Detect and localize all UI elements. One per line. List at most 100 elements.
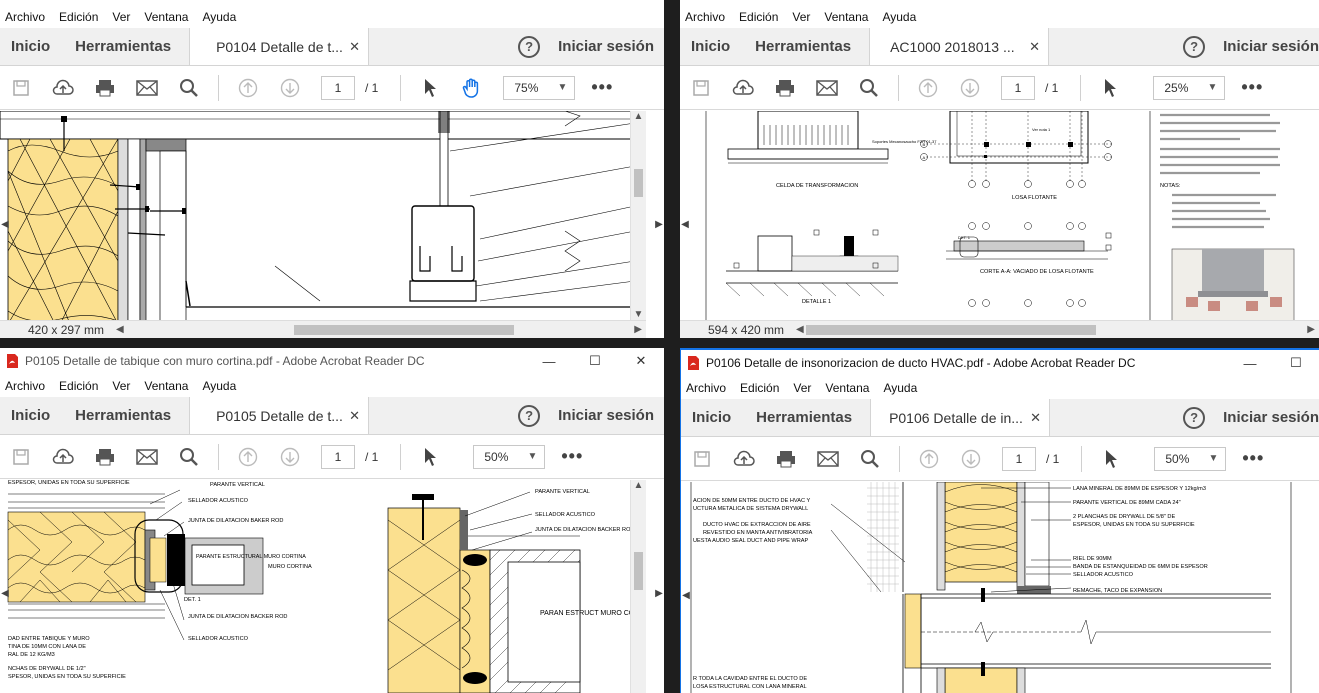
menu-archivo[interactable]: Archivo [5, 10, 45, 24]
menu-ventana[interactable]: Ventana [824, 10, 868, 24]
tab-inicio[interactable]: Inicio [680, 28, 730, 65]
email-icon[interactable] [136, 77, 158, 99]
save-icon[interactable] [690, 77, 712, 99]
vertical-scroll-thumb[interactable] [634, 169, 643, 197]
menu-ver[interactable]: Ver [793, 381, 811, 395]
horizontal-scroll-thumb[interactable] [293, 324, 514, 335]
email-icon[interactable] [816, 77, 838, 99]
previous-page-icon[interactable] [237, 77, 259, 99]
menu-ver[interactable]: Ver [792, 10, 810, 24]
cloud-upload-icon[interactable] [733, 448, 755, 470]
scroll-up-icon[interactable]: ▲ [631, 480, 646, 491]
menu-ventana[interactable]: Ventana [144, 379, 188, 393]
tab-herramientas[interactable]: Herramientas [744, 28, 851, 65]
next-page-icon[interactable] [279, 446, 301, 468]
tab-inicio[interactable]: Inicio [0, 28, 50, 65]
next-page-icon[interactable] [960, 448, 982, 470]
tab-document[interactable]: AC1000 2018013 ... ✕ [869, 28, 1050, 65]
save-icon[interactable] [10, 446, 32, 468]
help-icon[interactable]: ? [518, 404, 541, 427]
maximize-icon[interactable]: ☐ [572, 353, 618, 369]
menu-archivo[interactable]: Archivo [5, 379, 45, 393]
document-viewport[interactable]: ACION DE 50MM ENTRE DUCTO DE HVAC Y UCTU… [681, 482, 1319, 693]
page-number-input[interactable]: 1 [1002, 446, 1036, 471]
scroll-left-icon[interactable]: ◀ [796, 324, 804, 335]
zoom-select[interactable]: 50% ▼ [1154, 446, 1227, 471]
menu-ayuda[interactable]: Ayuda [202, 10, 236, 24]
vertical-scroll-thumb[interactable] [634, 552, 643, 590]
signin-button[interactable]: Iniciar sesión [558, 397, 654, 434]
tab-inicio[interactable]: Inicio [681, 399, 731, 436]
signin-button[interactable]: Iniciar sesión [558, 28, 654, 65]
search-icon[interactable] [859, 448, 881, 470]
menu-ayuda[interactable]: Ayuda [202, 379, 236, 393]
more-tools-icon[interactable]: ••• [1242, 448, 1264, 469]
menu-ventana[interactable]: Ventana [144, 10, 188, 24]
minimize-icon[interactable]: — [1227, 356, 1273, 371]
next-page-icon[interactable] [959, 77, 981, 99]
menu-ver[interactable]: Ver [112, 10, 130, 24]
close-tab-icon[interactable]: ✕ [1030, 410, 1041, 426]
page-number-input[interactable]: 1 [321, 444, 355, 469]
save-icon[interactable] [10, 77, 32, 99]
menu-ayuda[interactable]: Ayuda [882, 10, 916, 24]
save-icon[interactable] [691, 448, 713, 470]
previous-page-icon[interactable] [237, 446, 259, 468]
more-tools-icon[interactable]: ••• [561, 446, 583, 467]
email-icon[interactable] [817, 448, 839, 470]
horizontal-scrollbar[interactable]: 420 x 297 mm ◀ ▶ [0, 320, 646, 338]
menu-ver[interactable]: Ver [112, 379, 130, 393]
left-panel-toggle-icon[interactable]: ◀ [0, 568, 10, 618]
vertical-scrollbar[interactable]: ▲ [630, 480, 646, 693]
scroll-left-icon[interactable]: ◀ [116, 324, 124, 335]
close-tab-icon[interactable]: ✕ [349, 39, 360, 55]
tab-herramientas[interactable]: Herramientas [64, 28, 171, 65]
previous-page-icon[interactable] [918, 448, 940, 470]
select-cursor-icon[interactable] [1100, 448, 1122, 470]
search-icon[interactable] [858, 77, 880, 99]
horizontal-scroll-thumb[interactable] [805, 324, 1096, 335]
horizontal-scrollbar[interactable]: 594 x 420 mm ◀ ▶ [680, 320, 1319, 338]
search-icon[interactable] [178, 77, 200, 99]
scroll-up-icon[interactable]: ▲ [631, 111, 646, 122]
next-page-icon[interactable] [279, 77, 301, 99]
menu-edicion[interactable]: Edición [739, 10, 778, 24]
print-icon[interactable] [775, 448, 797, 470]
select-cursor-icon[interactable] [419, 446, 441, 468]
menu-edicion[interactable]: Edición [740, 381, 779, 395]
zoom-select[interactable]: 50% ▼ [473, 444, 546, 469]
menu-ventana[interactable]: Ventana [825, 381, 869, 395]
tab-inicio[interactable]: Inicio [0, 397, 50, 434]
left-panel-toggle-icon[interactable]: ◀ [681, 570, 691, 620]
menu-archivo[interactable]: Archivo [686, 381, 726, 395]
vertical-scrollbar[interactable]: ▲ ▼ [630, 111, 646, 320]
print-icon[interactable] [774, 77, 796, 99]
page-number-input[interactable]: 1 [1001, 75, 1035, 100]
help-icon[interactable]: ? [518, 35, 541, 58]
maximize-icon[interactable]: ☐ [1273, 355, 1319, 371]
document-viewport[interactable]: PARANTE ESTRUCTURAL MURO CORTINA MURO CO… [0, 480, 664, 693]
more-tools-icon[interactable]: ••• [591, 77, 613, 98]
left-panel-toggle-icon[interactable]: ◀ [0, 199, 10, 249]
tab-document[interactable]: P0105 Detalle de t... ✕ [189, 397, 370, 434]
signin-button[interactable]: Iniciar sesión [1223, 28, 1319, 65]
close-tab-icon[interactable]: ✕ [349, 408, 360, 424]
tab-document[interactable]: P0106 Detalle de in... ✕ [870, 399, 1051, 436]
help-icon[interactable]: ? [1183, 406, 1206, 429]
previous-page-icon[interactable] [917, 77, 939, 99]
more-tools-icon[interactable]: ••• [1241, 77, 1263, 98]
cloud-upload-icon[interactable] [52, 77, 74, 99]
right-panel-toggle-icon[interactable]: ▶ [654, 568, 664, 618]
select-cursor-icon[interactable] [419, 77, 441, 99]
cloud-upload-icon[interactable] [732, 77, 754, 99]
document-viewport[interactable]: ◀ ▶ ▲ ▼ 420 x 297 mm ◀ ▶ [0, 111, 664, 338]
email-icon[interactable] [136, 446, 158, 468]
zoom-select[interactable]: 75% ▼ [503, 75, 576, 100]
scroll-right-icon[interactable]: ▶ [1307, 324, 1315, 335]
left-panel-toggle-icon[interactable]: ◀ [680, 199, 690, 249]
tab-herramientas[interactable]: Herramientas [745, 399, 852, 436]
hand-tool-icon[interactable] [461, 77, 483, 99]
menu-ayuda[interactable]: Ayuda [883, 381, 917, 395]
tab-document[interactable]: P0104 Detalle de t... ✕ [189, 28, 370, 65]
help-icon[interactable]: ? [1183, 35, 1206, 58]
